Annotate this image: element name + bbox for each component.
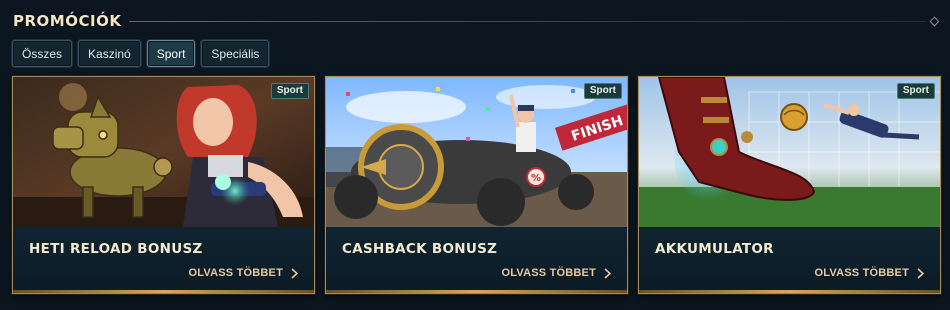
read-more-label: OLVASS TÖBBET <box>501 267 596 279</box>
category-badge: Sport <box>270 83 309 99</box>
promo-title: AKKUMULATOR <box>655 241 774 257</box>
promo-card-footer: AKKUMULATOR OLVASS TÖBBET <box>639 227 940 293</box>
filter-casino[interactable]: Kaszinó <box>78 40 141 67</box>
promo-title: CASHBACK BONUSZ <box>342 241 498 257</box>
chevron-right-icon <box>604 267 611 279</box>
promo-cards: Sport HETI RELOAD BONUSZ OLVASS TÖBBET F… <box>12 76 941 294</box>
promo-card-accumulator[interactable]: Sport AKKUMULATOR OLVASS TÖBBET <box>638 76 941 294</box>
section-header: PROMÓCIÓK <box>13 10 940 32</box>
promo-image-accumulator: Sport <box>639 77 940 227</box>
promo-card-footer: CASHBACK BONUSZ OLVASS TÖBBET <box>326 227 627 293</box>
promo-card-footer: HETI RELOAD BONUSZ OLVASS TÖBBET <box>13 227 314 293</box>
read-more-link[interactable]: OLVASS TÖBBET <box>502 267 611 279</box>
read-more-label: OLVASS TÖBBET <box>814 267 909 279</box>
category-badge: Sport <box>896 83 935 99</box>
read-more-label: OLVASS TÖBBET <box>188 267 283 279</box>
filter-all[interactable]: Összes <box>12 40 73 67</box>
diamond-ornament-icon <box>929 16 940 26</box>
category-badge: Sport <box>583 83 622 99</box>
chevron-right-icon <box>917 267 924 279</box>
page-title: PROMÓCIÓK <box>13 12 122 30</box>
read-more-link[interactable]: OLVASS TÖBBET <box>189 267 298 279</box>
svg-text:%: % <box>531 173 541 184</box>
header-divider <box>129 20 925 22</box>
filter-tabs: Összes Kaszinó Sport Speciális <box>12 40 270 67</box>
promo-image-cashback: FINISH % Sport <box>326 77 627 227</box>
read-more-link[interactable]: OLVASS TÖBBET <box>815 267 924 279</box>
chevron-right-icon <box>291 267 298 279</box>
promo-title: HETI RELOAD BONUSZ <box>29 241 203 257</box>
promo-card-weekly-reload[interactable]: Sport HETI RELOAD BONUSZ OLVASS TÖBBET <box>12 76 315 294</box>
filter-special[interactable]: Speciális <box>201 40 270 67</box>
filter-sport[interactable]: Sport <box>146 40 196 67</box>
promo-card-cashback[interactable]: FINISH % Sport CASHBACK BONUSZ OLVASS TÖ… <box>325 76 628 294</box>
promo-image-weekly-reload: Sport <box>13 77 314 227</box>
